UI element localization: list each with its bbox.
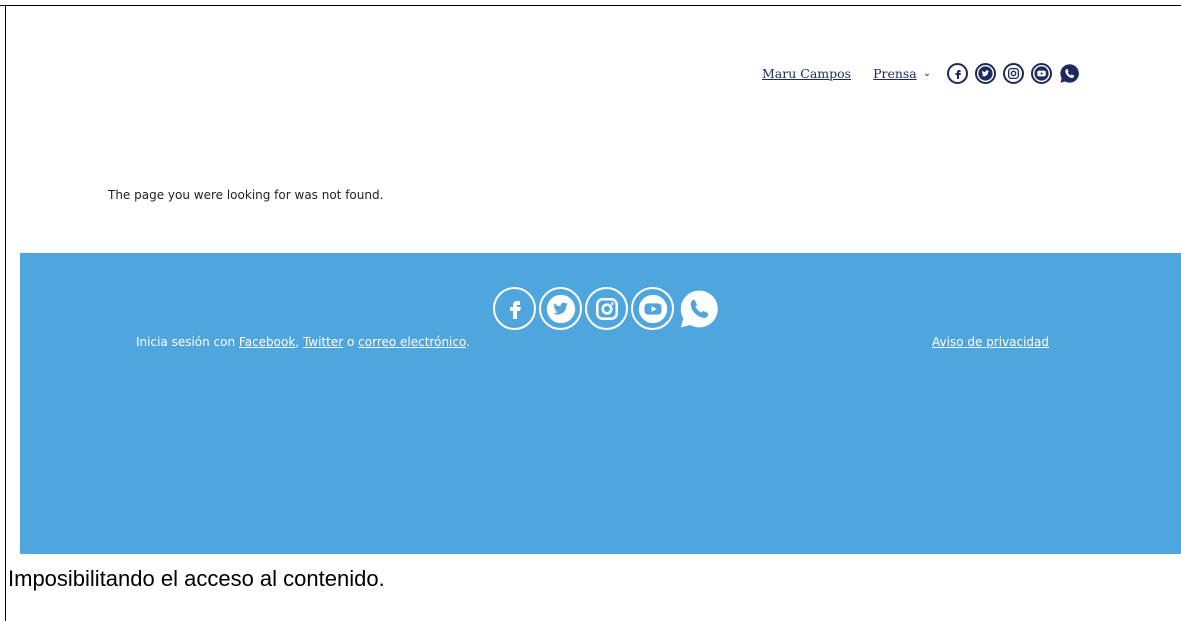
privacy-notice-link[interactable]: Aviso de privacidad — [932, 335, 1049, 349]
nav-link-prensa[interactable]: Prensa — [873, 66, 917, 81]
login-period: . — [466, 335, 470, 349]
header-social-icons — [947, 63, 1080, 84]
login-comma: , — [295, 335, 303, 349]
facebook-icon[interactable] — [947, 63, 969, 84]
instagram-icon[interactable] — [1003, 63, 1025, 84]
login-text: Inicia sesión con Facebook, Twitter o co… — [136, 335, 470, 349]
whatsapp-icon[interactable] — [677, 287, 720, 330]
twitter-login-link[interactable]: Twitter — [303, 335, 343, 349]
facebook-icon[interactable] — [493, 287, 536, 330]
nav-link-maru-campos[interactable]: Maru Campos — [762, 66, 851, 81]
login-prefix: Inicia sesión con — [136, 335, 239, 349]
login-or: o — [343, 335, 359, 349]
instagram-icon[interactable] — [585, 287, 628, 330]
youtube-icon[interactable] — [1031, 63, 1053, 84]
document-caption: Imposibilitando el acceso al contenido. — [8, 566, 385, 591]
twitter-icon[interactable] — [539, 287, 582, 330]
footer-social-icons — [493, 287, 720, 330]
email-login-link[interactable]: correo electrónico — [358, 335, 466, 349]
document-frame: Maru Campos Prensa ⌄ The page you were l… — [0, 0, 1181, 621]
site-footer: Inicia sesión con Facebook, Twitter o co… — [20, 253, 1181, 554]
website-screenshot: Maru Campos Prensa ⌄ The page you were l… — [20, 6, 1181, 554]
top-navigation: Maru Campos Prensa ⌄ — [762, 63, 1080, 84]
chevron-down-icon: ⌄ — [922, 68, 932, 79]
youtube-icon[interactable] — [631, 287, 674, 330]
twitter-icon[interactable] — [975, 63, 997, 84]
facebook-login-link[interactable]: Facebook — [239, 335, 295, 349]
frame-left-border — [5, 5, 6, 621]
not-found-message: The page you were looking for was not fo… — [108, 188, 384, 202]
whatsapp-icon[interactable] — [1059, 63, 1080, 84]
nav-dropdown-prensa[interactable]: Prensa ⌄ — [873, 66, 931, 81]
